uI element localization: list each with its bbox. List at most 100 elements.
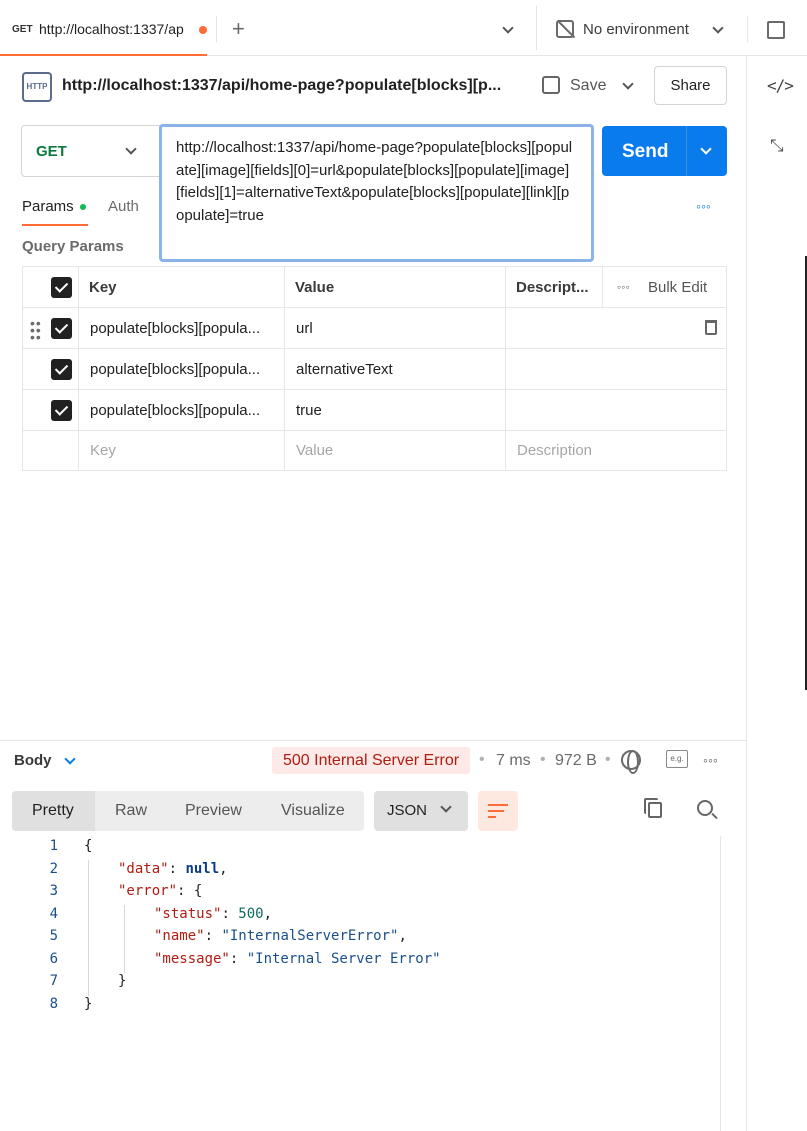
active-tab-indicator bbox=[22, 224, 88, 226]
response-time[interactable]: 7 ms bbox=[496, 752, 531, 770]
params-active-dot-icon bbox=[80, 204, 86, 210]
right-sidebar bbox=[746, 56, 807, 1131]
code-line: "message": "Internal Server Error" bbox=[154, 951, 441, 967]
separator-dot: • bbox=[605, 751, 611, 768]
code-line: "status": 500, bbox=[154, 906, 273, 922]
save-options-chevron-icon[interactable] bbox=[622, 78, 634, 90]
row-divider bbox=[22, 389, 727, 390]
separator-dot: • bbox=[479, 751, 485, 768]
column-header-key: Key bbox=[89, 279, 117, 296]
active-tab-indicator bbox=[0, 54, 207, 56]
line-number: 6 bbox=[49, 951, 58, 967]
no-environment-icon bbox=[556, 20, 574, 38]
json-key: "error" bbox=[118, 883, 178, 899]
code-line: "data": null, bbox=[118, 861, 228, 877]
json-value: null bbox=[185, 861, 220, 877]
format-label: JSON bbox=[387, 802, 428, 819]
status-badge[interactable]: 500 Internal Server Error bbox=[272, 747, 471, 774]
url-input[interactable]: http://localhost:1337/api/home-page?popu… bbox=[159, 124, 594, 262]
code-line: "error": { bbox=[118, 883, 203, 899]
send-button-label: Send bbox=[622, 141, 669, 162]
line-number: 3 bbox=[49, 883, 58, 899]
json-value: 500 bbox=[238, 906, 264, 922]
json-value: "Internal Server Error" bbox=[246, 951, 441, 967]
code-scrollbar[interactable] bbox=[720, 836, 721, 1131]
bulk-edit-button[interactable]: Bulk Edit bbox=[648, 279, 707, 296]
tab-raw[interactable]: Raw bbox=[115, 802, 147, 820]
indent-guide bbox=[124, 905, 125, 973]
json-brace: { bbox=[84, 838, 93, 854]
response-body-selector[interactable]: Body bbox=[14, 752, 52, 769]
network-globe-icon[interactable] bbox=[621, 750, 641, 774]
param-enabled-checkbox[interactable] bbox=[51, 400, 72, 421]
json-brace: } bbox=[118, 973, 127, 989]
json-key: "message" bbox=[154, 951, 230, 967]
body-dropdown-chevron-icon[interactable] bbox=[64, 753, 76, 765]
column-header-description: Descript... bbox=[516, 279, 589, 296]
tab-visualize[interactable]: Visualize bbox=[281, 802, 345, 820]
collapse-arrows-icon[interactable]: ⤡ bbox=[770, 136, 784, 156]
indent-guide bbox=[88, 860, 89, 996]
row-divider bbox=[22, 348, 727, 349]
code-snippet-icon[interactable]: </> bbox=[767, 76, 794, 95]
tab-pretty[interactable]: Pretty bbox=[32, 802, 74, 820]
tab-preview[interactable]: Preview bbox=[185, 802, 242, 820]
wrap-lines-icon bbox=[488, 801, 508, 821]
column-divider bbox=[284, 266, 285, 471]
code-line: } bbox=[84, 996, 92, 1012]
code-line: "name": "InternalServerError", bbox=[154, 928, 407, 944]
code-line: } bbox=[118, 973, 126, 989]
delete-param-trash-icon[interactable] bbox=[705, 320, 717, 335]
new-param-value-input[interactable]: Value bbox=[296, 442, 333, 459]
divider bbox=[216, 16, 217, 42]
code-line: { bbox=[84, 838, 92, 854]
param-key-cell[interactable]: populate[blocks][popula... bbox=[90, 402, 280, 419]
more-tabs-icon[interactable]: ◦◦◦ bbox=[696, 198, 711, 214]
new-tab-plus-icon[interactable]: + bbox=[232, 16, 245, 42]
copy-icon[interactable] bbox=[644, 798, 662, 818]
param-key-cell[interactable]: populate[blocks][popula... bbox=[90, 320, 280, 337]
tab-auth[interactable]: Auth bbox=[108, 198, 139, 215]
response-pane-divider[interactable] bbox=[0, 740, 746, 741]
json-value: "InternalServerError" bbox=[221, 928, 399, 944]
environment-quick-look-icon[interactable] bbox=[767, 21, 785, 39]
drag-handle-icon[interactable]: •• •• •• bbox=[30, 316, 42, 344]
method-label: GET bbox=[36, 143, 67, 160]
select-all-checkbox[interactable] bbox=[51, 277, 72, 298]
save-icon[interactable] bbox=[542, 76, 560, 94]
row-divider bbox=[22, 307, 727, 308]
response-size[interactable]: 972 B bbox=[555, 752, 597, 770]
unsaved-dot-icon bbox=[199, 26, 207, 34]
column-divider bbox=[602, 266, 603, 307]
http-request-icon: HTTP bbox=[22, 72, 52, 102]
tab-params[interactable]: Params bbox=[22, 198, 74, 215]
new-param-description-input[interactable]: Description bbox=[517, 442, 592, 459]
share-button[interactable]: Share bbox=[654, 66, 727, 105]
row-divider bbox=[22, 430, 727, 431]
param-value-cell[interactable]: true bbox=[296, 402, 496, 419]
json-key: "status" bbox=[154, 906, 222, 922]
new-param-key-input[interactable]: Key bbox=[90, 442, 116, 459]
tab-url-label: http://localhost:1337/ap bbox=[39, 21, 184, 37]
response-body-viewer[interactable] bbox=[0, 836, 737, 1131]
response-more-icon[interactable]: ◦◦◦ bbox=[703, 752, 718, 768]
search-icon[interactable] bbox=[697, 800, 713, 816]
divider bbox=[536, 6, 537, 50]
environment-selector-label[interactable]: No environment bbox=[583, 21, 689, 38]
param-key-cell[interactable]: populate[blocks][popula... bbox=[90, 361, 280, 378]
save-button[interactable]: Save bbox=[570, 77, 606, 95]
param-value-cell[interactable]: alternativeText bbox=[296, 361, 496, 378]
param-value-cell[interactable]: url bbox=[296, 320, 496, 337]
request-title[interactable]: http://localhost:1337/api/home-page?popu… bbox=[62, 77, 502, 95]
line-number: 1 bbox=[49, 838, 58, 854]
json-key: "name" bbox=[154, 928, 205, 944]
line-number: 2 bbox=[49, 861, 58, 877]
column-options-icon[interactable]: ◦◦◦ bbox=[617, 280, 630, 294]
column-divider bbox=[78, 266, 79, 471]
column-header-value: Value bbox=[295, 279, 335, 296]
param-enabled-checkbox[interactable] bbox=[51, 359, 72, 380]
param-enabled-checkbox[interactable] bbox=[51, 318, 72, 339]
save-as-example-icon[interactable]: e.g. bbox=[666, 750, 688, 768]
json-key: "data" bbox=[118, 861, 169, 877]
tab-method-label: GET bbox=[12, 24, 33, 35]
